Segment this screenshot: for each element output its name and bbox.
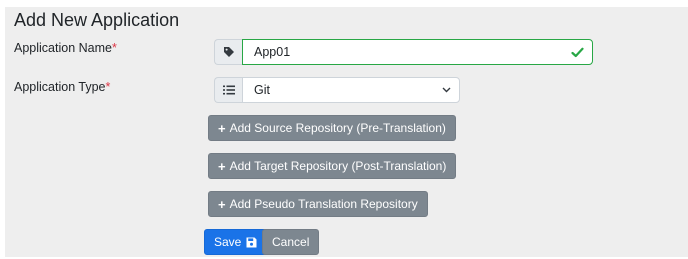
save-label: Save — [214, 235, 242, 249]
application-name-label: Application Name* — [14, 41, 117, 55]
required-indicator: * — [111, 41, 117, 55]
application-type-select[interactable]: Git — [242, 77, 460, 103]
save-button[interactable]: Save — [204, 229, 268, 255]
application-name-group: App01 — [214, 39, 593, 65]
add-pseudo-translation-repository-label: Add Pseudo Translation Repository — [229, 197, 418, 211]
application-name-value: App01 — [254, 45, 291, 59]
application-type-group: Git — [214, 77, 460, 103]
application-name-label-text: Application Name — [14, 41, 112, 55]
tag-icon — [223, 46, 235, 58]
add-target-repository-label: Add Target Repository (Post-Translation) — [229, 159, 447, 173]
add-source-repository-label: Add Source Repository (Pre-Translation) — [229, 121, 446, 135]
list-icon — [222, 85, 235, 95]
application-name-input[interactable]: App01 — [242, 39, 593, 65]
floppy-disk-icon — [246, 237, 257, 248]
add-pseudo-translation-repository-button[interactable]: + Add Pseudo Translation Repository — [208, 191, 428, 217]
add-target-repository-button[interactable]: + Add Target Repository (Post-Translatio… — [208, 153, 457, 179]
application-type-label-text: Application Type — [14, 80, 106, 94]
plus-icon: + — [218, 158, 226, 174]
required-indicator: * — [105, 80, 111, 94]
plus-icon: + — [218, 120, 226, 136]
application-name-addon — [214, 39, 242, 65]
chevron-down-icon — [442, 87, 451, 93]
page-title: Add New Application — [14, 10, 180, 30]
plus-icon: + — [218, 196, 226, 212]
cancel-label: Cancel — [272, 235, 310, 249]
application-type-label: Application Type* — [14, 80, 110, 94]
add-source-repository-button[interactable]: + Add Source Repository (Pre-Translation… — [208, 115, 456, 141]
check-icon — [571, 47, 584, 58]
application-type-value: Git — [254, 83, 270, 97]
cancel-button[interactable]: Cancel — [262, 229, 320, 255]
application-type-addon — [214, 77, 242, 103]
